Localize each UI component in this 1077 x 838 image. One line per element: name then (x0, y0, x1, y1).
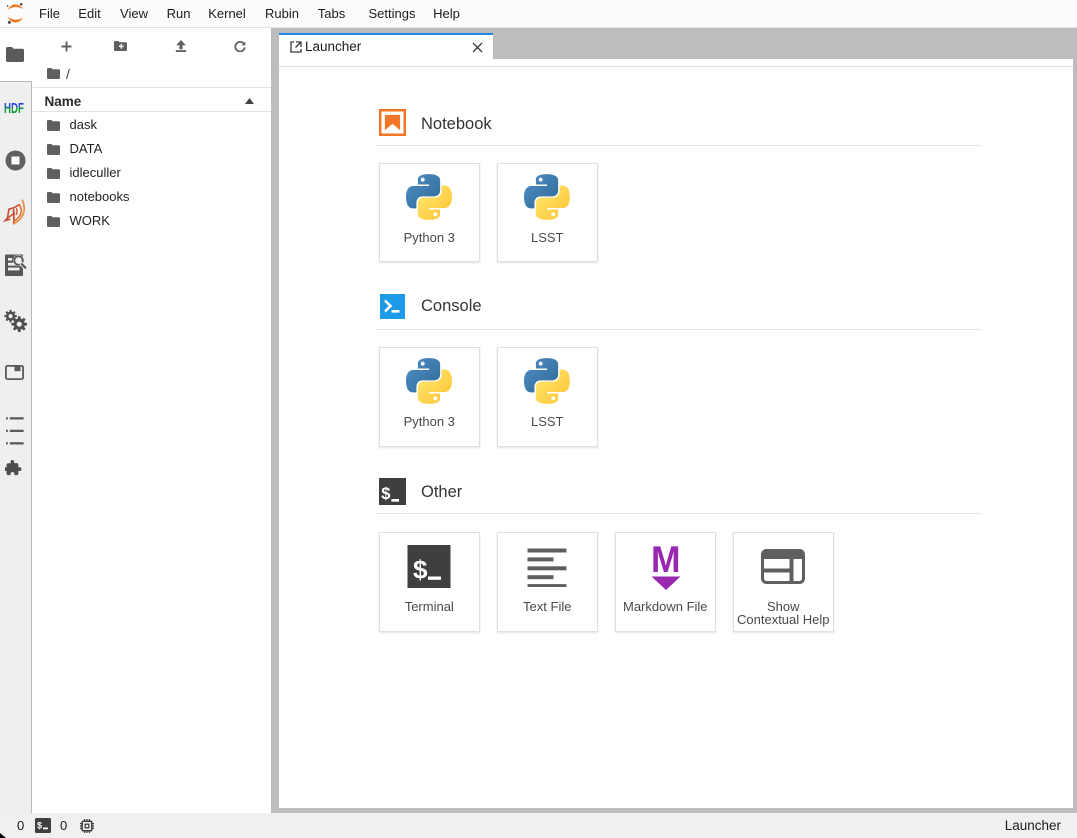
svg-text:$: $ (413, 555, 428, 585)
svg-text:$: $ (381, 485, 390, 503)
svg-text:M: M (651, 544, 681, 580)
svg-text:$: $ (37, 821, 42, 831)
svg-text:HDF: HDF (4, 100, 24, 117)
